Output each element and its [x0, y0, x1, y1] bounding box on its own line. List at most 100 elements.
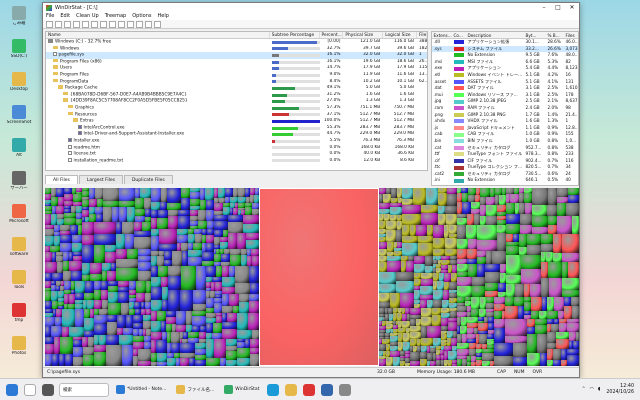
treemap-cell[interactable] — [564, 297, 571, 306]
desktop-icon[interactable]: サーバー — [4, 171, 34, 191]
treemap-cell[interactable] — [531, 297, 542, 311]
treemap-cell[interactable] — [199, 332, 206, 339]
extension-column-header[interactable]: Description — [466, 32, 524, 38]
treemap-cell[interactable] — [171, 332, 180, 343]
tree-row[interactable]: installation_readme.txt 0.0% 12.0 KB 8.6 KB — [46, 157, 427, 165]
extension-row[interactable]: .cif CIF ファイル 902.4... 0.7% 116 — [432, 158, 578, 165]
treemap-cell[interactable] — [159, 244, 177, 251]
extension-row[interactable]: .exe アプリケーション 5.4 GB 4.4% 8,123 — [432, 65, 578, 72]
treemap-cell[interactable] — [519, 234, 527, 247]
treemap-cell[interactable] — [151, 236, 159, 251]
treemap-cell[interactable] — [62, 309, 75, 327]
treemap-cell[interactable] — [572, 216, 579, 234]
treemap-cell[interactable] — [567, 355, 579, 366]
treemap-cell[interactable] — [142, 222, 151, 231]
treemap-cell[interactable] — [527, 353, 540, 366]
treemap-cell[interactable] — [101, 281, 108, 290]
treemap-cell[interactable] — [515, 284, 524, 297]
treemap-cell[interactable] — [564, 306, 572, 319]
treemap-cell[interactable] — [548, 225, 557, 234]
treemap-cell[interactable] — [553, 253, 562, 262]
treemap-cell[interactable] — [537, 334, 547, 353]
extension-row[interactable]: .cat セキュリティ カタログ 952.7... 0.8% 538 — [432, 145, 578, 152]
menu-item[interactable]: Clean Up — [76, 13, 99, 19]
treemap-cell[interactable] — [505, 297, 514, 306]
treemap-cell[interactable] — [495, 188, 502, 195]
treemap-cell[interactable] — [379, 284, 396, 293]
treemap-cell[interactable] — [527, 319, 535, 327]
treemap-cell[interactable] — [136, 281, 146, 293]
treemap-cell[interactable] — [45, 262, 57, 273]
treemap-cell[interactable] — [64, 194, 73, 201]
treemap-cell[interactable] — [472, 277, 485, 286]
extension-row[interactable]: .cat2 セキュリティ カタログ 730.5... 0.6% 24 — [432, 171, 578, 178]
tree-row[interactable]: IntelArcControl.exe 55.3% 283.7 MB 283.7 MB — [46, 124, 427, 132]
extension-row[interactable]: .dat DAT ファイル 3.1 GB 2.5% 1,610 — [432, 85, 578, 92]
tree-row[interactable]: {4DD39F8AC5C57708AF8CC2F0A5D5FBE5F05CC82… — [46, 98, 427, 105]
treemap-cell[interactable] — [243, 215, 259, 224]
props-icon[interactable] — [118, 20, 125, 28]
treemap-cell[interactable] — [133, 342, 144, 349]
treemap-cell[interactable] — [521, 255, 541, 269]
treemap-cell[interactable] — [494, 343, 513, 356]
treemap-cell[interactable] — [246, 240, 259, 249]
treemap-cell[interactable] — [506, 214, 520, 224]
treemap-cell[interactable] — [449, 282, 457, 290]
treemap-cell[interactable] — [73, 347, 83, 357]
explorer-icon[interactable] — [285, 383, 298, 396]
treemap-cell[interactable] — [151, 266, 158, 277]
treemap-cell[interactable] — [494, 311, 502, 319]
treemap-cell[interactable] — [549, 278, 562, 297]
treemap-cell[interactable] — [410, 308, 421, 315]
treemap-cell[interactable] — [457, 286, 472, 297]
treemap-cell[interactable] — [160, 202, 167, 210]
treemap-cell[interactable] — [433, 300, 442, 308]
treemap-cell[interactable] — [107, 271, 116, 281]
treemap-cell[interactable] — [116, 249, 127, 259]
tree-row[interactable]: readme.htm 0.0% 168.0 KB 168.0 KB — [46, 144, 427, 152]
treemap-cell[interactable] — [119, 335, 133, 345]
treemap-cell[interactable] — [468, 188, 476, 195]
treemap-cell[interactable] — [180, 343, 195, 353]
extension-column-header[interactable]: Co... — [452, 32, 466, 38]
treemap-cell[interactable] — [477, 257, 486, 264]
treemap-cell[interactable] — [106, 335, 119, 345]
treemap-cell[interactable] — [94, 290, 101, 300]
treemap-cell[interactable] — [227, 313, 237, 322]
treemap-cell[interactable] — [520, 225, 532, 234]
refresh-icon[interactable] — [64, 20, 71, 28]
treemap-cell[interactable] — [478, 323, 488, 331]
treemap-cell[interactable] — [446, 214, 457, 225]
treemap-cell[interactable] — [548, 262, 562, 278]
treemap-cell[interactable] — [548, 188, 557, 205]
treemap-cell[interactable] — [73, 194, 82, 202]
help-icon[interactable] — [154, 20, 161, 28]
treemap-cell[interactable] — [251, 249, 259, 256]
extension-row[interactable]: No Extension 9.5 GB 7.6% 48.0... — [432, 52, 578, 59]
treemap-cell[interactable] — [379, 272, 396, 284]
treemap-cell[interactable] — [527, 327, 535, 334]
treemap-cell[interactable] — [161, 277, 168, 287]
treemap-cell[interactable] — [85, 281, 94, 293]
treemap-cell[interactable] — [228, 222, 243, 233]
treemap-cell[interactable] — [90, 274, 102, 281]
treemap-cell[interactable] — [51, 326, 62, 337]
treemap-cell[interactable] — [198, 221, 207, 229]
treemap-cell[interactable] — [138, 349, 151, 361]
treemap-cell[interactable] — [144, 198, 151, 209]
treemap-cell[interactable] — [214, 230, 223, 237]
treemap-cell[interactable] — [494, 356, 513, 366]
treemap-cell[interactable] — [230, 255, 241, 266]
treemap-cell[interactable] — [553, 349, 561, 360]
treemap-cell[interactable] — [448, 322, 457, 331]
treemap-cell[interactable] — [237, 330, 252, 339]
treemap-cell[interactable] — [402, 205, 421, 214]
treemap-cell[interactable] — [568, 195, 579, 203]
extension-row[interactable]: .ttf TrueType フォント ファイル 978.3... 0.8% 233 — [432, 151, 578, 158]
treemap-cell[interactable] — [494, 304, 505, 311]
treemap-cell[interactable] — [450, 311, 457, 318]
treemap-cell[interactable] — [75, 309, 84, 327]
treemap-cell[interactable] — [218, 188, 225, 198]
tree-row[interactable]: Intel-Driver-and-Support-Assistant-Insta… — [46, 131, 427, 138]
tree-row[interactable]: Users 14.7% 17.9 GB 17.9 GB 115... — [46, 65, 427, 72]
